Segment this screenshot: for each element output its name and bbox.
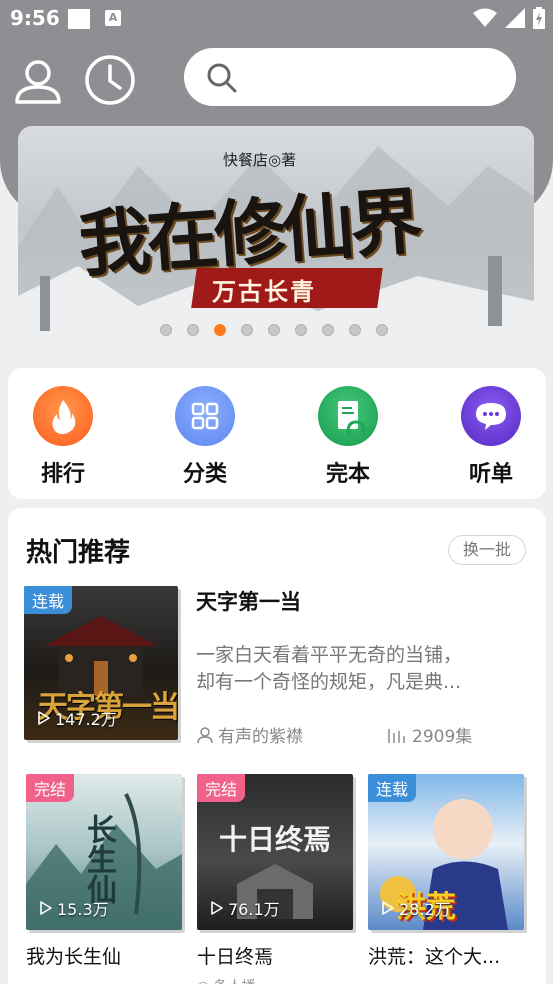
book-title[interactable]: 我为长生仙 [26, 942, 121, 969]
carousel-dot[interactable] [160, 324, 172, 336]
chat-icon [461, 386, 521, 446]
category-label: 排行 [40, 462, 85, 487]
search-input[interactable] [184, 48, 516, 106]
status-badge: 完结 [26, 774, 75, 802]
status-badge: 连载 [24, 586, 73, 614]
flame-icon [33, 386, 93, 446]
play-icon [40, 901, 52, 915]
description-line: 却有一个奇怪的规矩，凡是典... [196, 671, 462, 693]
play-count: 147.2万 [36, 706, 117, 730]
book-cover[interactable]: 长生仙 完结 15.3万 [26, 774, 182, 930]
category-label: 完本 [325, 462, 370, 487]
carousel-dots [18, 324, 534, 336]
play-count-value: 28.2万 [399, 900, 451, 919]
keyboard-indicator-icon: A [105, 10, 121, 26]
grid-icon [175, 386, 235, 446]
banner-carousel[interactable]: 快餐店◎著 我在修仙界 万古长青 [18, 126, 534, 350]
status-bar: 9:56 A [0, 0, 553, 38]
hot-recommend-section: 热门推荐 换一批 天字第一当 连载 147.2万 天字第一当 一家白天看着平平无… [8, 508, 546, 984]
category-classify[interactable]: 分类 [160, 386, 250, 488]
episode-count: 2909集 [412, 727, 473, 747]
carousel-dot[interactable] [376, 324, 388, 336]
carousel-dot[interactable] [214, 324, 226, 336]
status-badge: 完结 [197, 774, 246, 802]
banner-author: 快餐店◎著 [223, 151, 297, 169]
play-icon [38, 711, 50, 725]
author-name: 有声的紫襟 [218, 727, 303, 747]
status-time: 9:56 [10, 6, 60, 30]
carousel-dot[interactable] [268, 324, 280, 336]
category-playlist[interactable]: 听单 [446, 386, 536, 488]
description-line: 一家白天看着平平无奇的当铺， [196, 644, 463, 666]
play-count-value: 15.3万 [57, 900, 109, 919]
refresh-button[interactable]: 换一批 [448, 535, 526, 565]
play-count: 76.1万 [209, 896, 280, 920]
user-profile-icon[interactable] [12, 56, 64, 108]
category-label: 听单 [468, 462, 513, 487]
play-icon [211, 901, 223, 915]
cover-title: 十日终焉 [219, 823, 332, 856]
featured-cover[interactable]: 天字第一当 连载 147.2万 [24, 586, 178, 740]
book-headphone-icon [318, 386, 378, 446]
category-finished[interactable]: 完本 [303, 386, 393, 488]
category-card: 排行 分类 完本 听单 [8, 368, 546, 499]
section-title: 热门推荐 [26, 538, 131, 568]
carousel-dot[interactable] [349, 324, 361, 336]
featured-author: 有声的紫襟 [196, 722, 303, 747]
carousel-dot[interactable] [322, 324, 334, 336]
carousel-dot[interactable] [295, 324, 307, 336]
featured-episodes: 2909集 [388, 722, 472, 747]
play-count: 15.3万 [38, 896, 109, 920]
status-icons [473, 6, 545, 30]
notification-icon [68, 9, 90, 29]
category-label: 分类 [182, 462, 227, 487]
book-subtitle: ◎ 条人播 [197, 976, 256, 984]
book-cover[interactable]: 十日终焉 完结 76.1万 [197, 774, 353, 930]
battery-icon [533, 7, 545, 29]
book-title[interactable]: 洪荒：这个大... [368, 942, 500, 969]
search-icon [207, 63, 237, 93]
play-count-value: 147.2万 [55, 710, 117, 729]
play-icon [382, 901, 394, 915]
featured-description: 一家白天看着平平无奇的当铺， 却有一个奇怪的规矩，凡是典... [196, 642, 496, 696]
signal-icon [505, 8, 525, 28]
category-ranking[interactable]: 排行 [18, 386, 108, 488]
episodes-bars-icon [388, 728, 405, 743]
featured-title[interactable]: 天字第一当 [196, 586, 301, 616]
wifi-icon [473, 8, 497, 27]
carousel-dot[interactable] [241, 324, 253, 336]
cover-title: 长生仙 [81, 814, 116, 904]
play-count-value: 76.1万 [228, 900, 280, 919]
history-clock-icon[interactable] [84, 54, 136, 106]
book-title[interactable]: 十日终焉 [197, 942, 273, 969]
carousel-dot[interactable] [187, 324, 199, 336]
status-badge: 连载 [368, 774, 417, 802]
banner-subtitle: 万古长青 [212, 277, 316, 306]
person-icon [197, 726, 213, 743]
play-count: 28.2万 [380, 896, 451, 920]
book-cover[interactable]: 洪荒 连载 28.2万 [368, 774, 524, 930]
